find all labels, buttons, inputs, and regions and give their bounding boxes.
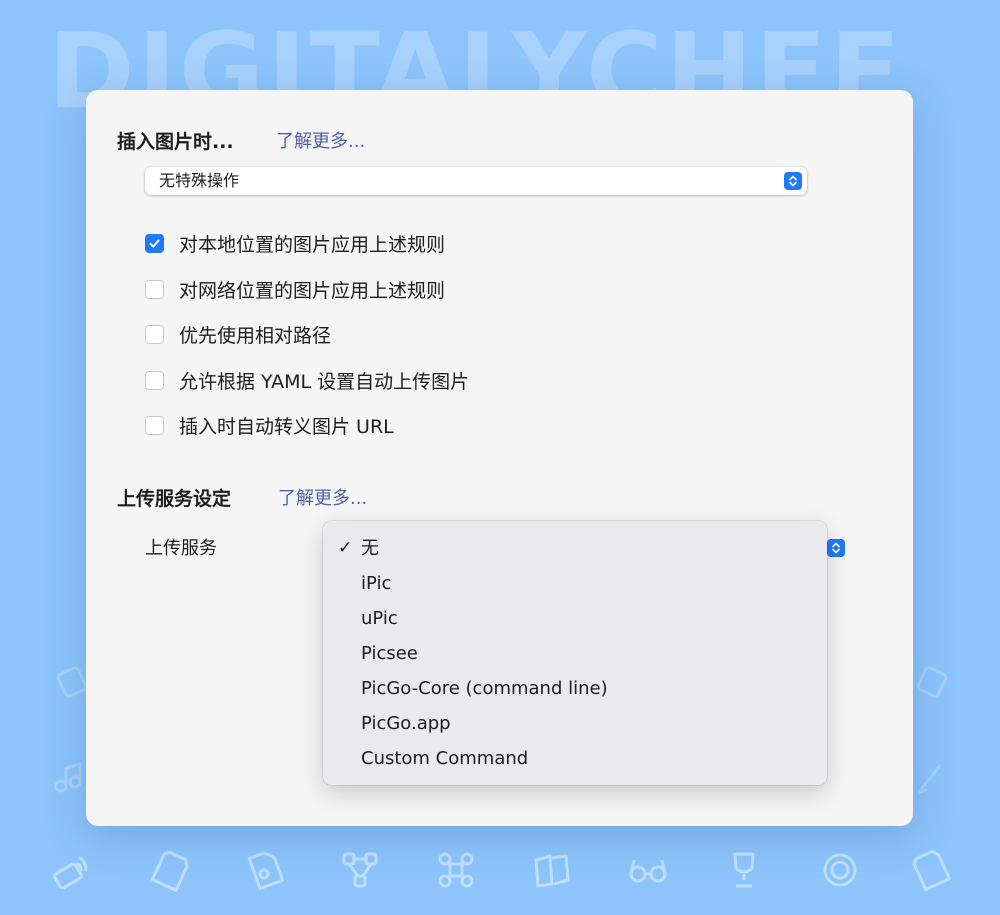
insert-action-select[interactable]: 无特殊操作 [145, 167, 807, 195]
checkmark-icon: ✓ [338, 538, 353, 558]
menu-item-label: Custom Command [361, 748, 529, 769]
menu-item-picgo-core[interactable]: PicGo-Core (command line) [323, 671, 827, 706]
checkbox-checked-icon[interactable] [145, 233, 164, 253]
checkbox[interactable] [145, 415, 164, 435]
book-icon [530, 848, 574, 892]
question-badge-icon [818, 848, 862, 892]
insert-image-heading: 插入图片时... [117, 131, 234, 153]
menu-item-picgo-app[interactable]: PicGo.app [323, 706, 827, 741]
menu-item-upic[interactable]: uPic [323, 601, 827, 636]
document-icon [242, 848, 286, 892]
checkbox[interactable] [145, 324, 164, 344]
insert-learn-more-link[interactable]: 了解更多... [276, 127, 365, 153]
menu-item-label: iPic [361, 573, 392, 594]
option-local-images[interactable]: 对本地位置的图片应用上述规则 [145, 228, 445, 258]
option-label: 对本地位置的图片应用上述规则 [179, 233, 446, 256]
upload-learn-more-link[interactable]: 了解更多... [278, 484, 367, 510]
pen-icon [912, 758, 952, 798]
upload-select-stepper-icon[interactable] [827, 539, 845, 557]
option-label: 对网络位置的图片应用上述规则 [179, 279, 446, 302]
trophy-icon [722, 848, 766, 892]
glasses-icon [626, 848, 670, 892]
sd-card-icon-2 [908, 848, 952, 892]
wifi-card-icon [50, 848, 94, 892]
upload-service-dropdown-menu: ✓ 无 iPic uPic Picsee PicGo-Core (command… [323, 521, 827, 785]
menu-item-label: PicGo-Core (command line) [361, 678, 608, 699]
nodes-icon [338, 848, 382, 892]
option-label: 优先使用相对路径 [179, 324, 332, 347]
menu-item-label: 无 [361, 538, 379, 559]
music-note-icon [50, 758, 90, 798]
checkbox[interactable] [145, 279, 164, 299]
decorative-icon-row [0, 838, 1000, 910]
sd-card-icon [148, 848, 192, 892]
menu-item-ipic[interactable]: iPic [323, 566, 827, 601]
menu-item-label: PicGo.app [361, 713, 451, 734]
option-network-images[interactable]: 对网络位置的图片应用上述规则 [145, 274, 445, 304]
menu-item-custom-command[interactable]: Custom Command [323, 741, 827, 776]
option-escape-url[interactable]: 插入时自动转义图片 URL [145, 410, 394, 440]
option-yaml-upload[interactable]: 允许根据 YAML 设置自动上传图片 [145, 365, 469, 395]
option-relative-path[interactable]: 优先使用相对路径 [145, 319, 331, 349]
card-icon-right [912, 662, 952, 702]
preferences-panel: 插入图片时... 了解更多... 无特殊操作 对本地位置的图片应用上述规则 对网… [86, 90, 913, 826]
menu-item-label: uPic [361, 608, 398, 629]
option-label: 插入时自动转义图片 URL [179, 415, 394, 438]
select-stepper-icon [784, 172, 802, 190]
menu-item-none[interactable]: ✓ 无 [323, 531, 827, 566]
menu-item-picsee[interactable]: Picsee [323, 636, 827, 671]
upload-service-heading: 上传服务设定 [117, 488, 232, 510]
checkbox[interactable] [145, 370, 164, 390]
menu-item-label: Picsee [361, 643, 418, 664]
upload-service-label: 上传服务 [145, 538, 217, 559]
option-label: 允许根据 YAML 设置自动上传图片 [179, 370, 470, 393]
insert-action-select-value: 无特殊操作 [159, 171, 240, 190]
command-key-icon [434, 848, 478, 892]
